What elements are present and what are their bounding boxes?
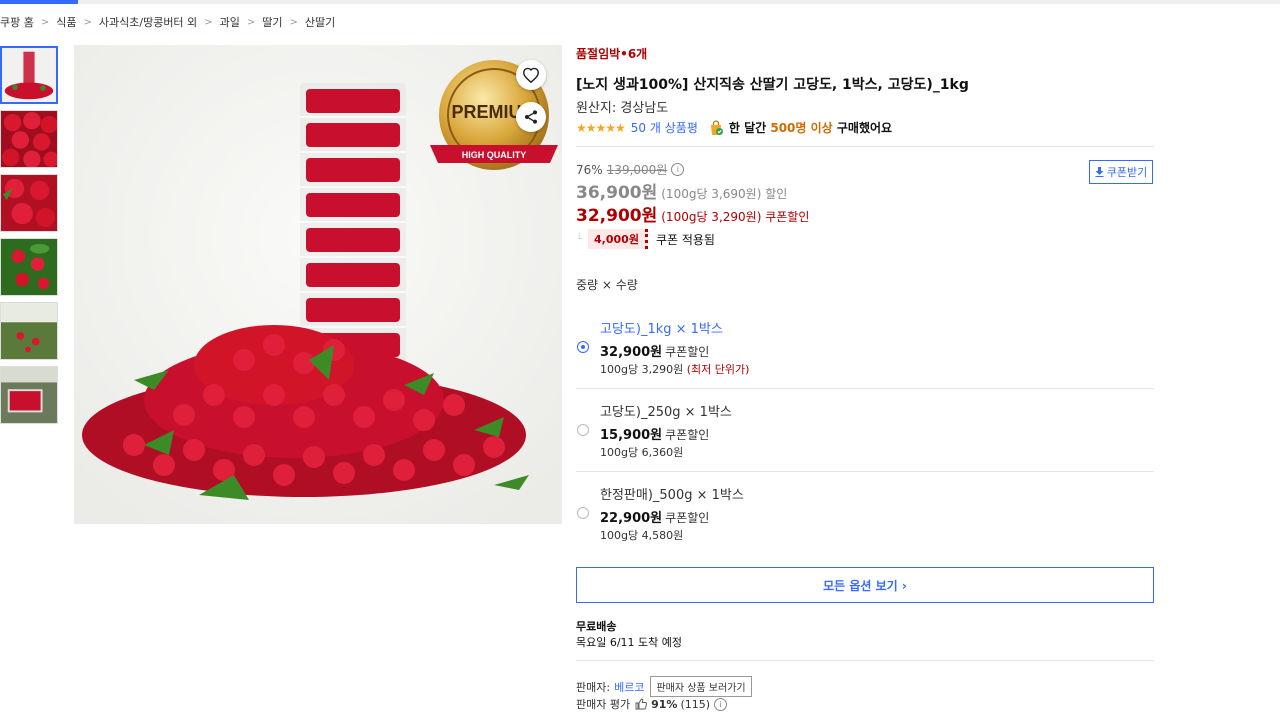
breadcrumb-separator: > [40,16,50,28]
breadcrumb-item[interactable]: 쿠팡 홈 [0,14,34,30]
breadcrumb-separator: > [83,16,92,28]
heart-icon [522,67,540,83]
progress-fill [0,0,78,4]
thumbnail-2[interactable] [0,110,58,168]
discount-row: 76% 139,000원 i [576,161,685,178]
purchase-suffix: 구매했어요 [832,121,893,135]
option-item[interactable]: 고당도)_250g × 1박스 15,900원 쿠폰할인 100g당 6,360원 [576,393,1154,471]
seller-rating-row: 판매자 평가 91% (115) i [576,696,728,712]
thumbs-up-icon [635,698,648,710]
breadcrumb-separator: > [204,16,213,28]
purchase-highlight: 500명 이상 [770,121,833,135]
sale-unit-price: (100g당 3,690원) 할인 [661,187,788,201]
option-item[interactable]: 한정판매)_500g × 1박스 22,900원 쿠폰할인 100g당 4,580… [576,476,1154,554]
option-unit-price: 100g당 6,360원 [600,446,684,459]
review-count-link[interactable]: 50 개 상품평 [631,119,698,136]
free-shipping-label: 무료배송 [576,620,617,633]
seller-rating-count: (115) [680,697,711,711]
seller-row: 판매자: 베르코 판매자 상품 보러가기 [576,676,752,697]
option-name: 한정판매)_500g × 1박스 [600,488,744,503]
thumbnail-1[interactable] [0,46,58,104]
rating-row: ★★★★★ 50 개 상품평 한 달간 500명 이상 구매했어요 [576,119,892,136]
divider [576,660,1154,661]
thumbnail-list [0,46,62,430]
corner-mark: └ [576,233,583,245]
coupon-amount-tag: 4,000원 [588,229,648,249]
option-name: 고당도)_250g × 1박스 [600,405,732,420]
product-title: [노지 생과100%] 산지직송 산딸기 고당도, 1박스, 고당도)_1kg [576,77,969,93]
coupon-price-row: 32,900원 (100g당 3,290원) 쿠폰할인 [576,201,809,226]
coupon-applied-text: 쿠폰 적용됨 [655,232,715,247]
option-name: 고당도)_1kg × 1박스 [600,322,723,337]
coupon-applied-row: └ 4,000원 쿠폰 적용됨 [576,229,715,249]
option-item[interactable]: 고당도)_1kg × 1박스 32,900원 쿠폰할인 100g당 3,290원 … [576,310,1154,388]
rating-stars: ★★★★★ [576,120,626,135]
high-quality-badge-text: HIGH QUALITY [462,150,527,160]
shopping-bag-icon [710,119,723,135]
option-radio-selected[interactable] [577,341,589,353]
top-progress-bar [0,0,1280,4]
option-price-value: 15,900원 [600,428,663,443]
breadcrumb: 쿠팡 홈 > 식품 > 사과식초/땅콩버터 외 > 과일 > 딸기 > 산딸기 [0,14,335,30]
option-coupon-label: 쿠폰할인 [665,345,710,359]
option-unit-price: 100g당 4,580원 [600,529,684,542]
thumbnail-5[interactable] [0,302,58,360]
product-origin: 원산지: 경상남도 [576,101,669,116]
option-price: 22,900원 쿠폰할인 [600,507,709,526]
download-icon [1095,167,1104,177]
info-icon[interactable]: i [714,697,728,711]
divider [576,471,1154,472]
option-price: 15,900원 쿠폰할인 [600,424,709,443]
lowest-unit-price-badge: (최저 단위가) [686,363,750,376]
breadcrumb-item[interactable]: 과일 [220,14,240,30]
coupon-download-button[interactable]: 쿠폰받기 [1089,160,1153,184]
purchase-count-text: 한 달간 500명 이상 구매했어요 [729,119,892,136]
purchase-prefix: 한 달간 [728,121,771,135]
option-price: 32,900원 쿠폰할인 [600,341,709,360]
thumbnail-3[interactable] [0,174,58,232]
coupon-unit-price: (100g당 3,290원) 쿠폰할인 [661,210,810,224]
original-price: 139,000원 [606,163,668,177]
thumbnail-4[interactable] [0,238,58,296]
breadcrumb-item[interactable]: 식품 [56,14,76,30]
share-icon [525,110,537,124]
share-button[interactable] [516,102,546,132]
info-icon[interactable]: i [671,163,685,176]
thumbnail-6[interactable] [0,366,58,424]
breadcrumb-item[interactable]: 산딸기 [305,14,335,30]
breadcrumb-separator: > [289,16,298,28]
option-coupon-label: 쿠폰할인 [665,511,710,525]
seller-rating-percent: 91% [651,697,678,711]
seller-name-link[interactable]: 베르코 [614,679,644,695]
view-all-options-button[interactable]: 모든 옵션 보기 › [576,567,1154,603]
option-coupon-label: 쿠폰할인 [665,428,710,442]
option-price-value: 32,900원 [600,345,663,360]
main-product-image: PREMIUM HIGH QUALITY [74,45,562,524]
sale-price: 36,900원 [576,183,658,203]
coupon-price: 32,900원 [576,206,658,226]
option-unit-value: 100g당 3,290원 [600,363,684,376]
breadcrumb-separator: > [246,16,256,28]
discount-rate: 76% [576,162,603,177]
breadcrumb-item[interactable]: 사과식초/땅콩버터 외 [99,14,197,30]
option-unit-price: 100g당 3,290원 (최저 단위가) [600,361,749,377]
divider [576,146,1154,147]
coupon-button-label: 쿠폰받기 [1106,166,1148,179]
delivery-date: 목요일 6/11 도착 예정 [576,636,683,649]
seller-products-button[interactable]: 판매자 상품 보러가기 [650,676,752,697]
seller-label: 판매자: [576,680,611,694]
raspberry-image: PREMIUM HIGH QUALITY [74,45,562,524]
favorite-button[interactable] [516,60,546,90]
seller-rating-label: 판매자 평가 [576,698,631,711]
divider [576,388,1154,389]
option-price-value: 22,900원 [600,511,663,526]
sale-price-row: 36,900원 (100g당 3,690원) 할인 [576,178,787,203]
option-radio[interactable] [577,424,589,436]
option-radio[interactable] [577,507,589,519]
option-header: 중량 × 수량 [576,278,638,292]
stock-badge: 품절임박•6개 [576,47,648,61]
breadcrumb-item[interactable]: 딸기 [262,14,282,30]
